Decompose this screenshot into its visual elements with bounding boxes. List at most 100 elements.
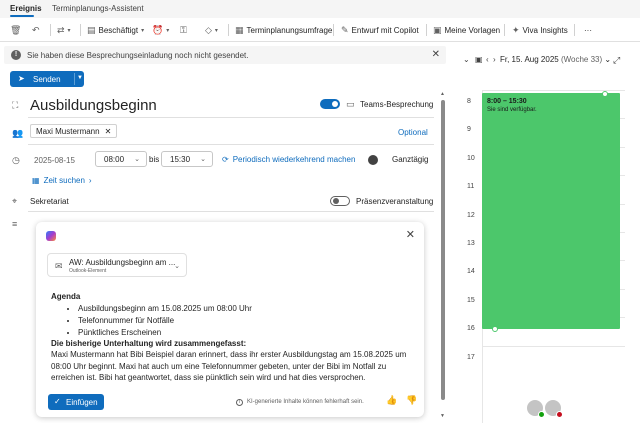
send-button[interactable]: ➤ Senden ▼ xyxy=(10,71,84,87)
people-icon: 👥 xyxy=(12,128,24,138)
checkmark-icon: ✓ xyxy=(54,397,61,406)
chevron-down-icon: ⌄ xyxy=(134,156,140,163)
my-templates-button[interactable]: ▣ Meine Vorlagen xyxy=(433,22,500,38)
video-camera-icon: ▭ xyxy=(346,99,355,109)
pen-sparkle-icon: ✎ xyxy=(341,24,349,35)
sliders-icon: ⇄ xyxy=(57,24,65,35)
resize-handle-bottom[interactable] xyxy=(492,326,498,332)
find-time-link[interactable]: ▦ Zeit suchen › xyxy=(32,176,92,185)
available-status-icon xyxy=(538,411,545,418)
lock-icon: ⚿ xyxy=(180,24,187,35)
scheduling-poll-label: Terminplanungsumfrage xyxy=(246,25,333,35)
chevron-down-icon: ⌄ xyxy=(604,55,612,64)
time-separator-label: bis xyxy=(149,155,160,164)
all-day-label: Ganztägig xyxy=(392,155,429,164)
event-time-label: 8:00 – 15:30 xyxy=(487,98,527,105)
summary-text: Maxi Mustermann hat Bibi Beispiel daran … xyxy=(51,350,407,382)
scroll-up-arrow[interactable]: ▲ xyxy=(440,91,445,97)
copilot-logo-icon xyxy=(46,231,56,241)
location-pin-icon: ⌖ xyxy=(12,196,18,206)
description-lines-icon: ≡ xyxy=(12,219,18,229)
categorize-dropdown[interactable]: ◇ ▾ xyxy=(205,22,218,38)
tab-ereignis[interactable]: Ereignis xyxy=(10,4,42,13)
resize-handle-top[interactable] xyxy=(602,91,608,97)
tab-terminplanungs-assistent[interactable]: Terminplanungs-Assistent xyxy=(52,4,144,13)
next-day-button[interactable]: › xyxy=(493,55,496,64)
optional-attendees-link[interactable]: Optional xyxy=(398,128,428,137)
templates-icon: ▣ xyxy=(433,24,442,35)
active-tab-indicator xyxy=(10,15,34,17)
copilot-draft-button[interactable]: ✎ Entwurf mit Copilot xyxy=(341,22,419,38)
private-button[interactable]: ⚿ xyxy=(180,22,187,38)
toolbar: 🗑 ↶ ⇄ ▾ ▤ Beschäftigt ▾ ⏰ ▾ ⚿ ◇ ▾ ▦ Terminplan… xyxy=(0,18,640,42)
today-calendar-icon[interactable]: ▣ xyxy=(475,55,483,64)
copilot-draft-label: Entwurf mit Copilot xyxy=(351,25,419,35)
attendees-underline xyxy=(28,144,434,145)
info-icon: ! xyxy=(11,50,21,60)
reminder-dropdown[interactable]: ⏰ ▾ xyxy=(152,22,169,38)
previous-day-button[interactable]: ‹ xyxy=(486,55,489,64)
hour-label: 14 xyxy=(467,268,475,276)
expand-icon[interactable]: ⤢ xyxy=(613,55,620,66)
start-date-field[interactable]: 2025-08-15 xyxy=(34,156,75,165)
show-as-dropdown[interactable]: ▤ Beschäftigt ▾ xyxy=(87,22,144,38)
start-time-dropdown[interactable]: 08:00 ⌄ xyxy=(95,151,147,167)
send-label: Senden xyxy=(33,75,61,84)
response-options-button[interactable]: ⇄ ▾ xyxy=(57,22,71,38)
undo-button[interactable]: ↶ xyxy=(32,22,40,38)
reference-subtitle: Outlook-Element xyxy=(69,268,107,274)
busy-status-icon xyxy=(556,411,563,418)
scroll-down-arrow[interactable]: ▼ xyxy=(440,413,445,419)
insert-button[interactable]: ✓ Einfügen xyxy=(48,394,104,410)
reference-email-card[interactable]: ✉ AW: Ausbildungsbeginn am ... Outlook-E… xyxy=(47,253,187,277)
chevron-down-icon: ▾ xyxy=(141,27,145,34)
scheduling-poll-button[interactable]: ▦ Terminplanungsumfrage xyxy=(235,22,332,38)
send-icon: ➤ xyxy=(18,74,25,83)
event-block[interactable]: 8:00 – 15:30 Sie sind verfügbar. xyxy=(482,91,620,332)
hour-gridline xyxy=(482,345,625,347)
hour-label: 13 xyxy=(467,240,475,247)
busy-status-icon: ▤ xyxy=(87,24,96,35)
toolbar-divider xyxy=(574,24,575,36)
attendee-pill[interactable]: Maxi Mustermann ✕ xyxy=(30,124,118,138)
more-options-button[interactable]: ··· xyxy=(584,22,592,38)
toggle-knob xyxy=(332,101,338,107)
recurrence-icon: ⟳ xyxy=(222,155,229,164)
event-title-input[interactable]: Ausbildungsbeginn xyxy=(30,97,157,114)
chevron-down-icon[interactable]: ▼ xyxy=(77,75,83,81)
end-time-dropdown[interactable]: 15:30 ⌄ xyxy=(161,151,213,167)
teams-meeting-toggle[interactable] xyxy=(320,99,340,109)
event-status-label: Sie sind verfügbar. xyxy=(487,107,537,113)
avatar[interactable] xyxy=(527,400,545,418)
trash-icon: 🗑 xyxy=(10,24,22,35)
in-person-toggle[interactable] xyxy=(330,196,350,206)
copilot-suggestion-card: ✕ ✉ AW: Ausbildungsbeginn am ... Outlook… xyxy=(36,222,424,417)
form-scrollbar-thumb[interactable] xyxy=(441,100,445,400)
dismiss-info-button[interactable]: ✕ xyxy=(432,49,440,60)
delete-button[interactable]: 🗑 xyxy=(10,22,21,38)
hour-label: 8 xyxy=(467,98,471,105)
chevron-down-icon[interactable]: ⌄ xyxy=(174,262,180,270)
viva-insights-button[interactable]: ✦ Viva Insights xyxy=(512,22,568,38)
thumbs-up-button[interactable]: 👍 xyxy=(386,395,397,406)
location-underline xyxy=(28,211,434,212)
show-as-label: Beschäftigt xyxy=(98,25,139,35)
reference-title: AW: Ausbildungsbeginn am ... xyxy=(69,258,176,267)
make-recurring-label: Periodisch wiederkehrend machen xyxy=(232,155,356,164)
remove-attendee-icon[interactable]: ✕ xyxy=(105,127,112,136)
make-recurring-link[interactable]: ⟳ Periodisch wiederkehrend machen xyxy=(222,155,355,164)
close-copilot-button[interactable]: ✕ xyxy=(406,228,415,241)
calendar-date-label: Fr, 15. Aug 2025 xyxy=(500,55,559,64)
ai-disclaimer: i KI-generierte Inhalte können fehlerhaft… xyxy=(236,399,364,406)
toolbar-divider xyxy=(50,24,51,36)
avatar[interactable] xyxy=(545,400,563,418)
chevron-right-icon: › xyxy=(88,176,92,185)
thumbs-down-button[interactable]: 👎 xyxy=(406,395,417,406)
location-input[interactable]: Sekretariat xyxy=(30,197,69,206)
calendar-view-button[interactable]: ⌄ xyxy=(463,55,470,64)
hour-label: 15 xyxy=(467,296,475,304)
all-day-toggle[interactable] xyxy=(368,155,378,165)
calendar-date-dropdown[interactable]: Fr, 15. Aug 2025 (Woche 33) ⌄ xyxy=(500,55,611,64)
hour-label: 9 xyxy=(467,126,471,134)
find-time-label: Zeit suchen xyxy=(43,176,85,185)
